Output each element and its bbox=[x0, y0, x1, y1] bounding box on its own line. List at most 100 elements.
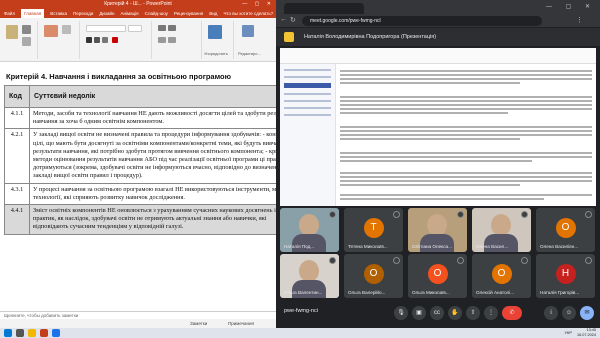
align-left-icon[interactable] bbox=[158, 37, 166, 43]
table-row: 4.4.1 Зміст освітніх компонентів НЕ оновл… bbox=[4, 204, 276, 235]
more-options-icon[interactable]: ⋮ bbox=[484, 306, 498, 320]
info-icon[interactable]: i bbox=[544, 306, 558, 320]
ppt-status-bar: Заметки Примечания bbox=[0, 319, 276, 328]
participant-grid: Наталія Под... Т Тетяна Миколаїв... Світлан… bbox=[276, 208, 600, 300]
underline-icon[interactable] bbox=[102, 37, 108, 43]
shapes-icon[interactable] bbox=[208, 25, 222, 39]
tab-animation[interactable]: Анімація bbox=[120, 9, 138, 18]
window-controls[interactable]: — ▢ ✕ bbox=[546, 3, 596, 10]
browser-tab[interactable] bbox=[284, 3, 364, 14]
tab-slideshow[interactable]: Слайд-шоу bbox=[145, 9, 168, 18]
copy-icon[interactable] bbox=[22, 37, 31, 46]
criteria-table-body: 4.1.1 Методи, засоби та технології навчан… bbox=[4, 106, 276, 235]
participant-name: Світлана Олекса... bbox=[412, 244, 452, 249]
find-icon[interactable] bbox=[242, 25, 254, 37]
reload-icon[interactable]: ↻ bbox=[290, 16, 296, 24]
mic-muted-icon bbox=[457, 211, 464, 218]
participant-tile[interactable]: Олена Васил... bbox=[472, 208, 531, 252]
tab-home[interactable]: Главная bbox=[21, 9, 45, 18]
cut-icon[interactable] bbox=[22, 25, 31, 34]
file-explorer-icon[interactable] bbox=[28, 329, 36, 337]
tab-review[interactable]: Рецензування bbox=[174, 9, 203, 18]
language-indicator[interactable]: УКР bbox=[564, 328, 572, 338]
address-bar[interactable]: meet.google.com/pwe-fwmg-ncl bbox=[302, 16, 542, 26]
bullets-icon[interactable] bbox=[158, 25, 166, 31]
notes-pane[interactable]: Щелкните, чтобы добавить заметки bbox=[0, 311, 276, 319]
bold-icon[interactable] bbox=[86, 37, 92, 43]
menu-icon[interactable]: ⋮ bbox=[576, 16, 583, 24]
avatar: Т bbox=[363, 218, 384, 238]
chat-icon[interactable]: ✉ bbox=[580, 306, 594, 320]
participant-tile[interactable]: О Олексій Анатолі... bbox=[472, 254, 531, 298]
present-icon[interactable]: ⇧ bbox=[466, 306, 480, 320]
raise-hand-icon[interactable]: ✋ bbox=[448, 306, 462, 320]
participant-tile[interactable]: Т Тетяна Миколаїв... bbox=[344, 208, 403, 252]
participant-tile[interactable]: О Олена Василівн... bbox=[536, 208, 595, 252]
notes-button[interactable]: Заметки bbox=[190, 319, 207, 328]
chrome-toolbar: ← ↻ meet.google.com/pwe-fwmg-ncl ⋮ bbox=[276, 14, 600, 28]
font-family-select[interactable] bbox=[86, 25, 126, 32]
shared-screen bbox=[280, 48, 596, 206]
new-slide-icon[interactable] bbox=[44, 25, 58, 37]
slide-canvas[interactable]: Критерій 4. Навчання і викладання за осв… bbox=[4, 64, 276, 311]
start-icon[interactable] bbox=[4, 329, 12, 337]
address-url: meet.google.com/pwe-fwmg-ncl bbox=[310, 18, 381, 24]
tab-design[interactable]: Дизайн bbox=[99, 9, 114, 18]
font-size-select[interactable] bbox=[128, 25, 142, 32]
search-icon[interactable] bbox=[16, 329, 24, 337]
criterion-code: 4.3.1 bbox=[4, 182, 30, 206]
participant-tile[interactable]: Ольга Валентин... bbox=[280, 254, 339, 298]
participant-tile[interactable]: Н Наталія Григорів... bbox=[536, 254, 595, 298]
tab-insert[interactable]: Вставка bbox=[50, 9, 67, 18]
editing-label[interactable]: Редактиро... bbox=[238, 51, 261, 56]
ppt-ribbon-tabs: Файл Главная Вставка Переходи Дизайн Ані… bbox=[0, 9, 276, 18]
ppt-window-title: Критерій 4 - Ш... - PowerPoint bbox=[104, 1, 172, 7]
shared-screen-header bbox=[280, 48, 596, 64]
mic-muted-icon bbox=[585, 257, 592, 264]
presenter-name: Наталія Володимирівна Подопригора (Презе… bbox=[304, 34, 437, 40]
font-color-icon[interactable] bbox=[112, 37, 118, 43]
paste-icon[interactable] bbox=[6, 25, 18, 39]
ppt-title-bar: Критерій 4 - Ш... - PowerPoint — ▢ ✕ bbox=[0, 0, 276, 9]
criterion-code: 4.1.1 bbox=[4, 106, 30, 130]
powerpoint-taskbar-icon[interactable] bbox=[40, 329, 48, 337]
participant-name: Ольга Миколаїв... bbox=[412, 290, 450, 295]
ribbon-group-slides bbox=[40, 21, 80, 59]
participant-name: Ольга Валентин... bbox=[284, 290, 323, 295]
tell-me-search[interactable]: Что вы хотите сделать? bbox=[223, 9, 273, 18]
tab-transitions[interactable]: Переходи bbox=[73, 9, 93, 18]
layout-icon[interactable] bbox=[62, 25, 71, 34]
tab-file[interactable]: Файл bbox=[4, 9, 15, 18]
italic-icon[interactable] bbox=[94, 37, 100, 43]
header-code: Код bbox=[4, 85, 30, 108]
participant-tile[interactable]: Наталія Под... bbox=[280, 208, 339, 252]
criterion-text: У процесі навчання за освітньою програмо… bbox=[29, 182, 276, 206]
participant-tile[interactable]: О Ольга Валерійо... bbox=[344, 254, 403, 298]
captions-icon[interactable]: cc bbox=[430, 306, 444, 320]
people-icon[interactable]: ☺ bbox=[562, 306, 576, 320]
camera-icon[interactable]: ▣ bbox=[412, 306, 426, 320]
participant-tile[interactable]: Світлана Олекса... bbox=[408, 208, 467, 252]
mic-muted-icon bbox=[585, 211, 592, 218]
chrome-taskbar-icon[interactable] bbox=[52, 329, 60, 337]
numbering-icon[interactable] bbox=[168, 25, 176, 31]
mic-muted-icon bbox=[521, 211, 528, 218]
arrange-label[interactable]: Упорядочить bbox=[204, 51, 228, 56]
participant-video bbox=[491, 214, 511, 236]
participant-video-body bbox=[420, 234, 454, 252]
system-clock[interactable]: 13:45 16.07.2024 bbox=[577, 328, 596, 338]
comments-button[interactable]: Примечания bbox=[228, 319, 254, 328]
mic-muted-icon bbox=[521, 257, 528, 264]
mic-icon[interactable]: 🎙 bbox=[394, 306, 408, 320]
participant-tile[interactable]: О Ольга Миколаїв... bbox=[408, 254, 467, 298]
criteria-table: Код Суттєвий недолік 4.1.1 Методи, засоби… bbox=[4, 85, 276, 235]
leave-call-button[interactable]: ✆ bbox=[502, 306, 522, 320]
align-center-icon[interactable] bbox=[168, 37, 176, 43]
presentation-banner: Наталія Володимирівна Подопригора (Презе… bbox=[276, 28, 600, 46]
mic-muted-icon bbox=[329, 257, 336, 264]
back-icon[interactable]: ← bbox=[280, 16, 287, 23]
tab-view[interactable]: Вид bbox=[209, 9, 217, 18]
meeting-code: pwe-fwmg-nci bbox=[284, 308, 318, 314]
window-controls[interactable]: — ▢ ✕ bbox=[242, 0, 274, 9]
participant-video-body bbox=[292, 234, 326, 252]
